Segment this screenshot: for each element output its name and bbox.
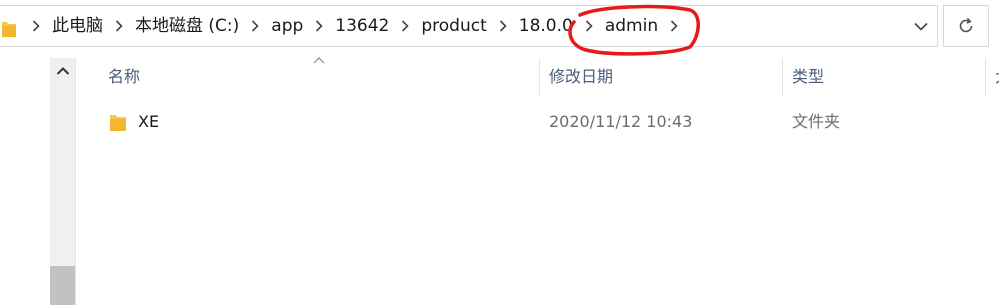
chevron-right-icon[interactable] — [393, 6, 417, 46]
breadcrumb-item-13642[interactable]: 13642 — [331, 6, 393, 46]
refresh-button[interactable] — [943, 5, 989, 47]
chevron-right-icon[interactable] — [491, 6, 515, 46]
navigation-pane-scrollbar[interactable] — [50, 58, 76, 305]
breadcrumb-item-app[interactable]: app — [267, 6, 307, 46]
column-header-type[interactable]: 类型 — [782, 58, 985, 96]
file-type: 文件夹 — [792, 112, 841, 131]
chevron-right-icon[interactable] — [243, 6, 267, 46]
file-name[interactable]: XE — [138, 104, 159, 140]
address-bar[interactable]: 此电脑 本地磁盘 (C:) app 13642 product 18.0.0 a… — [0, 5, 938, 47]
breadcrumb-item-admin[interactable]: admin — [601, 6, 662, 46]
address-bar-row: 此电脑 本地磁盘 (C:) app 13642 product 18.0.0 a… — [0, 0, 999, 52]
scrollbar-thumb[interactable] — [50, 266, 75, 305]
chevron-right-icon[interactable] — [662, 6, 686, 46]
breadcrumb-item-this-pc[interactable]: 此电脑 — [48, 6, 107, 46]
column-header-name[interactable]: 名称 — [98, 58, 538, 96]
chevron-right-icon[interactable] — [24, 6, 48, 46]
list-item[interactable]: XE 2020/11/12 10:43 文件夹 — [78, 104, 999, 140]
address-history-dropdown-button[interactable] — [904, 5, 938, 47]
chevron-right-icon[interactable] — [107, 6, 131, 46]
breadcrumb-item-product[interactable]: product — [417, 6, 490, 46]
breadcrumb-item-18-0-0[interactable]: 18.0.0 — [515, 6, 577, 46]
folder-icon — [110, 115, 126, 131]
chevron-right-icon[interactable] — [577, 6, 601, 46]
breadcrumb-item-local-disk[interactable]: 本地磁盘 (C:) — [131, 6, 243, 46]
chevron-right-icon[interactable] — [307, 6, 331, 46]
folder-icon — [2, 22, 16, 37]
navigation-pane — [0, 58, 50, 305]
refresh-icon — [959, 17, 973, 33]
column-header-date-modified[interactable]: 修改日期 — [539, 58, 782, 96]
column-header-size[interactable]: 大 — [985, 58, 999, 96]
chevron-up-icon[interactable] — [56, 66, 70, 76]
column-header-row: 名称 修改日期 类型 大 — [78, 57, 999, 96]
chevron-down-icon — [914, 22, 928, 31]
file-date-modified: 2020/11/12 10:43 — [549, 112, 693, 131]
breadcrumb: 此电脑 本地磁盘 (C:) app 13642 product 18.0.0 a… — [24, 6, 686, 46]
